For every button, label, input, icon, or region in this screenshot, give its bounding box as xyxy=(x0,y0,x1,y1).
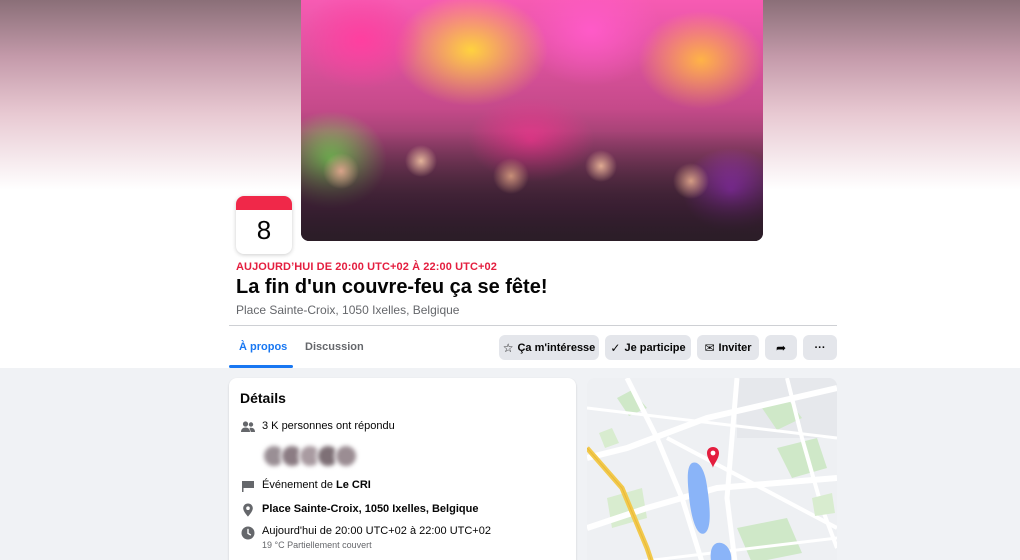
organizer-line: Événement de Le CRI xyxy=(262,479,371,491)
date-badge-day: 8 xyxy=(256,215,272,245)
going-label: Je participe xyxy=(624,341,686,354)
event-title: La fin d'un couvre-feu ça se fête! xyxy=(236,276,548,298)
flag-icon xyxy=(240,478,256,494)
star-icon: ☆ xyxy=(502,340,514,355)
envelope-icon: ✉ xyxy=(704,340,715,355)
organizer-link[interactable]: Le CRI xyxy=(336,479,371,491)
invite-label: Inviter xyxy=(718,341,752,354)
interested-label: Ça m'intéresse xyxy=(517,341,596,354)
weather-info: 19 °C Partiellement couvert xyxy=(262,540,372,550)
share-button[interactable]: ➦ xyxy=(765,335,797,360)
event-address-text: Place Sainte-Croix, 1050 Ixelles, Belgiq… xyxy=(262,503,479,515)
check-circle-icon: ✓ xyxy=(610,340,621,355)
date-badge: 8 xyxy=(236,196,292,254)
people-icon xyxy=(240,419,256,435)
attendee-avatars[interactable] xyxy=(262,444,358,468)
organizer-prefix: Événement de xyxy=(262,479,336,491)
location-pin-icon xyxy=(240,502,256,518)
more-options-button[interactable]: ··· xyxy=(803,335,837,360)
event-header: 8 AUJOURD’HUI DE 20:00 UTC+02 À 22:00 UT… xyxy=(0,0,1020,368)
details-card: Détails 3 K personnes ont répondu Événem… xyxy=(229,378,576,560)
tab-about[interactable]: À propos xyxy=(239,341,287,353)
active-tab-indicator xyxy=(229,365,293,368)
share-arrow-icon: ➦ xyxy=(775,340,787,355)
event-address[interactable]: Place Sainte-Croix, 1050 Ixelles, Belgiq… xyxy=(262,503,478,515)
map-graphic xyxy=(587,378,837,560)
going-button[interactable]: ✓ Je participe xyxy=(605,335,691,360)
event-location[interactable]: Place Sainte-Croix, 1050 Ixelles, Belgiq… xyxy=(236,303,459,317)
date-badge-band xyxy=(236,196,292,210)
clock-icon xyxy=(240,525,256,541)
header-divider xyxy=(229,325,837,326)
cover-photo-crowd xyxy=(301,131,763,241)
event-map[interactable]: i xyxy=(587,378,837,560)
details-title: Détails xyxy=(240,390,286,406)
more-options-label: ··· xyxy=(814,341,826,354)
tab-discussion[interactable]: Discussion xyxy=(305,341,364,353)
event-time: AUJOURD’HUI DE 20:00 UTC+02 À 22:00 UTC+… xyxy=(236,261,497,273)
interested-button[interactable]: ☆ Ça m'intéresse xyxy=(499,335,599,360)
cover-photo[interactable] xyxy=(301,0,763,241)
event-datetime: Aujourd'hui de 20:00 UTC+02 à 22:00 UTC+… xyxy=(262,525,491,537)
avatar[interactable] xyxy=(334,444,358,468)
responded-count[interactable]: 3 K personnes ont répondu xyxy=(262,420,395,432)
invite-button[interactable]: ✉ Inviter xyxy=(697,335,759,360)
